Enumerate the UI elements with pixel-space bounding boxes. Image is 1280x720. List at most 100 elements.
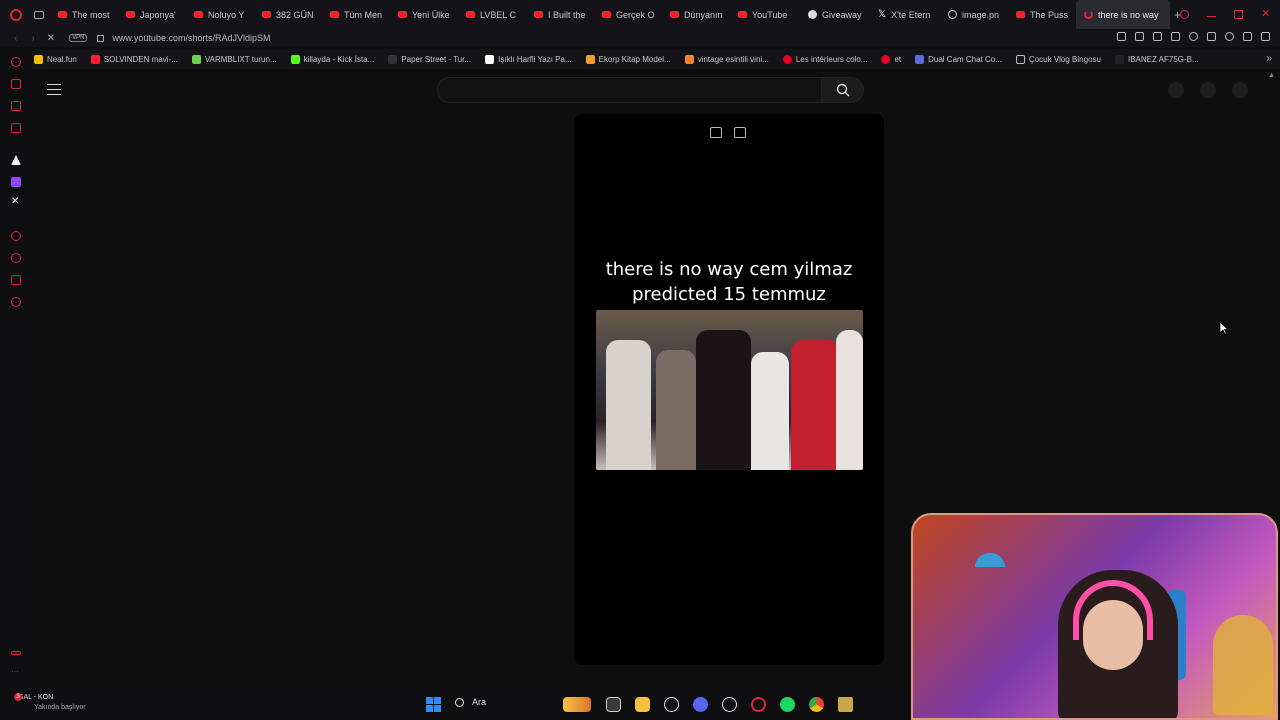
search-input[interactable] [437,77,822,103]
back-button[interactable]: ‹ [14,33,17,44]
tab[interactable]: Noluyo Y [186,0,254,29]
exit-icon[interactable] [734,127,746,138]
chrome-icon[interactable] [809,697,824,712]
instagram-icon[interactable] [11,123,21,133]
opera-logo-icon[interactable] [10,8,22,21]
bookmark-item[interactable]: Işıklı Harfli Yazı Pa... [485,54,572,64]
tab-search-icon[interactable] [1180,10,1189,19]
bookmark-favicon-icon [485,54,495,64]
ai-icon[interactable] [11,79,21,89]
lock-icon[interactable] [97,34,105,42]
bookmark-icon[interactable] [1117,32,1126,41]
youtube-icon [670,11,679,18]
snapshot-icon[interactable] [1135,32,1144,41]
tab[interactable]: 𝕏 X'te Etern [870,0,940,29]
tab[interactable]: The most [50,0,118,29]
youtube-icon [90,54,100,64]
bookmark-item[interactable]: vintage esintili vini... [684,54,769,64]
league-icon[interactable] [838,697,853,712]
bookmark-item[interactable]: killayda - Kick İsta... [290,54,374,64]
tab-overview-icon[interactable] [34,10,44,19]
stop-loading-button[interactable]: ✕ [47,33,55,44]
tab[interactable]: Giveaway [800,0,870,29]
twitch-icon[interactable] [11,177,21,187]
steam-icon[interactable] [664,697,679,712]
tab[interactable]: YouTube [730,0,800,29]
page-icon [1015,54,1025,64]
tab[interactable]: LVBEL C [458,0,526,29]
extensions-icon[interactable] [1207,32,1216,41]
player-icon[interactable] [11,231,21,241]
pip-icon[interactable] [710,127,722,138]
app-icon[interactable] [722,697,737,712]
search-button[interactable] [822,77,864,103]
heart-icon[interactable] [1189,32,1198,41]
sports-widget[interactable]: 3 GAL - KON Yakında başlıyor [14,693,86,713]
webcam-overlay [911,513,1278,720]
more-icon[interactable]: ··· [11,667,19,676]
adblock-icon[interactable] [1153,32,1162,41]
gx-icon[interactable] [11,651,21,655]
taskbar-search[interactable]: Ara [455,697,486,707]
history-icon[interactable] [11,253,21,263]
easy-setup-icon[interactable] [1261,32,1270,41]
aria-icon[interactable] [11,57,21,67]
messenger-icon[interactable] [11,101,21,111]
close-button[interactable]: ✕ [1261,9,1270,20]
vpn-badge[interactable]: VPN [69,34,88,42]
placeholder-icon [1168,82,1184,98]
bookmark-item[interactable]: Dual Cam Chat Co... [915,54,1002,64]
x-icon[interactable]: ✕ [11,197,21,207]
bookmark-item[interactable]: VARMBLIXT turun... [191,54,277,64]
bookmark-item[interactable]: Ekorp Kitap Model... [585,54,671,64]
forward-button[interactable]: › [31,33,34,44]
taskbar: 3 GAL - KON Yakında başlıyor Ara [0,688,911,720]
tab-active[interactable]: there is no way [1076,0,1170,29]
opera-gx-icon[interactable] [751,697,766,712]
task-view-icon[interactable] [606,697,621,712]
spotify-icon[interactable] [780,697,795,712]
bookmark-item[interactable]: Neal.fun [34,54,77,64]
settings-icon[interactable] [11,297,21,307]
arc-icon[interactable] [11,155,21,165]
tab[interactable]: image.pn [940,0,1008,29]
video-figure [751,352,789,470]
tab[interactable]: The Puss [1008,0,1076,29]
url-field[interactable]: www.youtube.com/shorts/RAdJVldipSM [112,33,270,43]
tab[interactable]: I Built the [526,0,594,29]
bookmark-item[interactable]: Çocuk Vlog Bingosu [1015,54,1101,64]
discord-icon[interactable] [693,697,708,712]
kick-icon [290,54,300,64]
file-explorer-icon[interactable] [635,697,650,712]
maximize-button[interactable] [1234,10,1243,19]
windows-start-icon[interactable] [426,697,441,712]
tab[interactable]: 382 GÜN [254,0,322,29]
shorts-player[interactable]: there is no way cem yilmaz predicted 15 … [574,114,884,665]
tab[interactable]: Yeni Ülke [390,0,458,29]
more-bookmarks-icon[interactable]: » [1266,53,1272,64]
match-subtitle: Yakında başlıyor [34,704,86,711]
video-caption: there is no way cem yilmaz predicted 15 … [605,259,853,305]
bookmark-item[interactable]: SOLVINDEN mavi-... [90,54,178,64]
pinboard-icon[interactable] [11,275,21,285]
search-highlight-icon[interactable] [563,697,591,712]
loading-spinner-icon [1084,10,1093,19]
tab[interactable]: Gerçek O [594,0,662,29]
tab[interactable]: Japonya' [118,0,186,29]
x-icon: 𝕏 [878,9,887,20]
play-icon[interactable] [1171,32,1180,41]
bookmark-item[interactable]: IBANEZ AF75G-B... [1114,54,1199,64]
gift-icon [808,10,817,19]
minimize-button[interactable] [1207,16,1216,17]
mouse-cursor-icon [1219,321,1229,335]
bookmark-item[interactable]: et [881,54,901,64]
menu-icon[interactable] [47,84,61,95]
scroll-up-arrow-icon[interactable]: ▲ [1268,72,1275,79]
profile-icon[interactable] [1225,32,1234,41]
tab[interactable]: Tüm Men [322,0,390,29]
youtube-icon [398,11,407,18]
bookmark-item[interactable]: Les intérieurs colo... [782,54,867,64]
bookmark-item[interactable]: Paper Street - Tur... [388,54,471,64]
download-icon[interactable] [1243,32,1252,41]
tab[interactable]: Dünyanın [662,0,730,29]
